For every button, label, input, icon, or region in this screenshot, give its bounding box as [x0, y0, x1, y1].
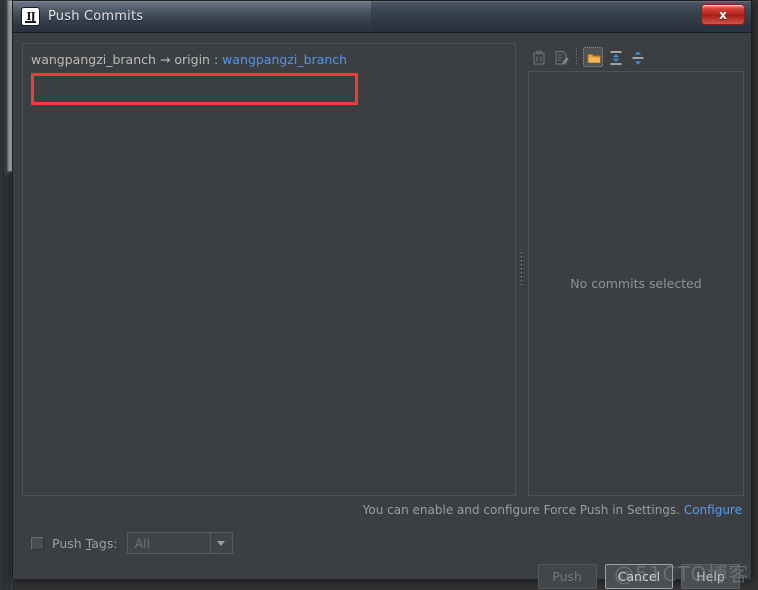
push-tags-row: Push Tags: All	[31, 531, 233, 555]
chevron-down-glyph	[217, 540, 226, 546]
push-commits-dialog: IJ Push Commits x wangpangzi_branch → or…	[12, 0, 752, 589]
collapse-all-icon[interactable]	[627, 47, 647, 67]
target-branch-link[interactable]: wangpangzi_branch	[222, 52, 347, 67]
dialog-titlebar[interactable]: IJ Push Commits x	[13, 1, 751, 33]
commit-details-panel: No commits selected	[528, 43, 744, 496]
push-tags-selected-value: All	[134, 535, 151, 551]
show-diff-icon[interactable]	[528, 47, 548, 67]
push-button[interactable]: Push	[537, 564, 597, 589]
configure-link[interactable]: Configure	[684, 503, 742, 517]
no-commits-selected-message: No commits selected	[570, 276, 702, 291]
commit-details-body: No commits selected	[528, 71, 744, 496]
close-icon[interactable]: x	[701, 4, 745, 25]
red-highlight-annotation	[31, 73, 358, 105]
details-toolbar	[528, 43, 744, 71]
push-tags-dropdown[interactable]: All	[126, 532, 233, 554]
intellij-idea-icon: IJ	[22, 8, 39, 25]
arrow-glyph: →	[159, 52, 171, 67]
chevron-down-icon[interactable]	[209, 533, 232, 553]
dialog-content: wangpangzi_branch → origin : wangpangzi_…	[13, 33, 751, 589]
source-branch-label: wangpangzi_branch	[31, 52, 156, 67]
group-by-directory-icon[interactable]	[583, 47, 603, 67]
branch-push-spec-row[interactable]: wangpangzi_branch → origin : wangpangzi_…	[31, 52, 347, 67]
force-push-hint: You can enable and configure Force Push …	[363, 503, 742, 517]
expand-all-icon[interactable]	[605, 47, 625, 67]
push-tags-label: Push Tags:	[52, 535, 118, 551]
dialog-title: Push Commits	[48, 9, 144, 24]
page-scrollbar-lower-region	[4, 175, 11, 590]
panel-splitter[interactable]	[516, 43, 528, 496]
toolbar-separator	[576, 48, 577, 66]
edit-commit-message-icon[interactable]	[550, 47, 570, 67]
commits-tree-panel[interactable]: wangpangzi_branch → origin : wangpangzi_…	[22, 43, 516, 496]
remote-label: origin :	[174, 52, 219, 67]
watermark: @51CTO博客	[614, 562, 750, 586]
intellij-idea-glyph: IJ	[22, 8, 39, 25]
push-tags-checkbox[interactable]	[31, 536, 44, 550]
splitter-grip-icon[interactable]	[520, 251, 524, 285]
force-push-hint-text: You can enable and configure Force Push …	[362, 503, 680, 517]
